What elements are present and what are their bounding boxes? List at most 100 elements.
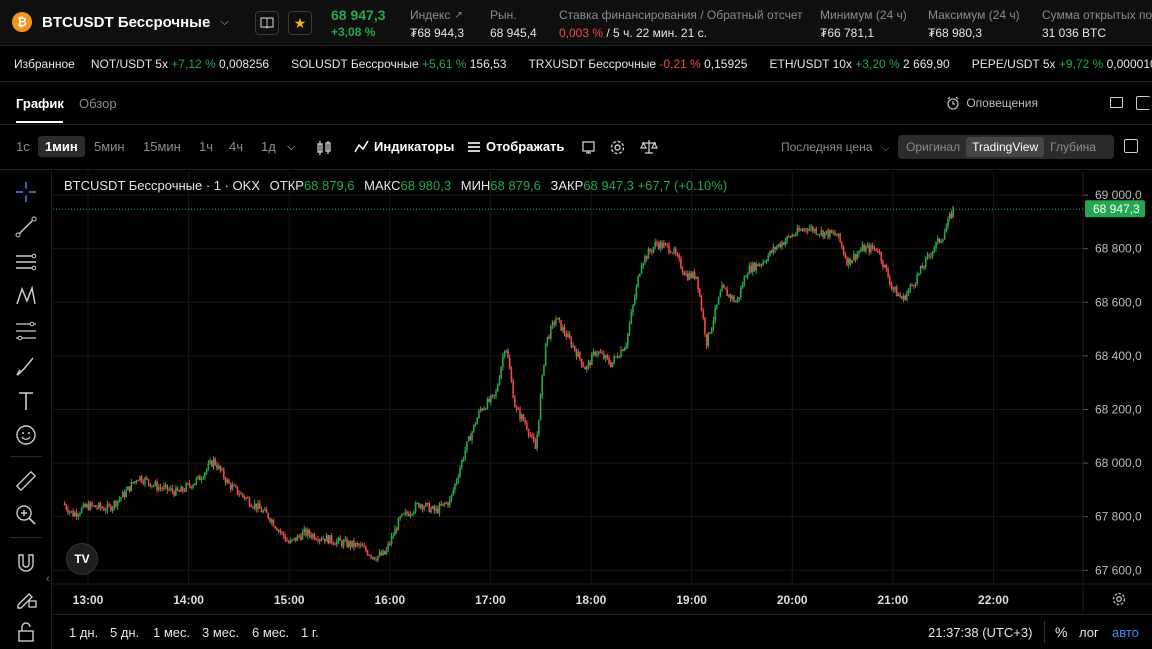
percent-scale-toggle[interactable]: % — [1055, 624, 1067, 640]
favorite-star-icon[interactable]: ★ — [288, 11, 312, 35]
candle-body — [935, 242, 937, 249]
candle-body — [550, 325, 552, 339]
view-depth[interactable]: Глубина — [1044, 137, 1102, 157]
candle-body — [121, 492, 124, 498]
settings-gear-icon[interactable] — [609, 139, 626, 156]
candle-body — [546, 336, 549, 344]
range-6m[interactable]: 6 мес. — [252, 625, 289, 640]
lock-drawing-icon[interactable] — [14, 585, 38, 609]
candle-body — [276, 528, 278, 531]
range-5d[interactable]: 5 дн. — [110, 625, 139, 640]
candle-body — [883, 264, 886, 267]
template-icon[interactable] — [581, 140, 596, 155]
panel-icon[interactable] — [1136, 96, 1150, 110]
candle-body — [464, 450, 467, 459]
candle-body — [823, 232, 826, 238]
favorites-label[interactable]: Избранное — [14, 57, 75, 71]
candle-body — [188, 483, 191, 486]
candle-type-icon[interactable] — [316, 140, 332, 156]
candle-body — [721, 284, 723, 292]
candle-body — [924, 257, 927, 267]
timeframe-15min[interactable]: 15мин — [143, 139, 181, 154]
tradingview-logo[interactable]: TV — [66, 543, 98, 575]
zoom-in-icon[interactable] — [14, 503, 38, 527]
symbol-selector[interactable]: ₿ BTCUSDT Бессрочные ⌵ — [12, 12, 229, 32]
candle-body — [390, 536, 393, 544]
candle-body — [154, 481, 157, 486]
candle-body — [620, 349, 622, 357]
log-scale-toggle[interactable]: лог — [1079, 625, 1099, 640]
candle-body — [221, 469, 223, 471]
text-tool-icon[interactable] — [14, 389, 38, 413]
emoji-icon[interactable] — [14, 423, 38, 447]
timeframe-1s[interactable]: 1с — [16, 139, 30, 154]
auto-scale-toggle[interactable]: авто — [1112, 625, 1139, 640]
fullscreen-icon[interactable] — [1124, 139, 1138, 153]
candle-body — [553, 322, 556, 325]
candle-body — [370, 555, 372, 558]
scale-balance-icon[interactable] — [640, 139, 658, 155]
external-link-icon[interactable]: ↗ — [454, 10, 462, 21]
fib-levels-icon[interactable] — [14, 319, 38, 343]
range-1m[interactable]: 1 мес. — [153, 625, 190, 640]
candle-body — [498, 378, 501, 386]
range-1y[interactable]: 1 г. — [301, 625, 319, 640]
brush-icon[interactable] — [14, 354, 38, 378]
collapse-toolbar-icon[interactable]: ‹ — [46, 573, 50, 585]
timeframe-5min[interactable]: 5мин — [94, 139, 125, 154]
candle-body — [91, 502, 93, 506]
horizontal-lines-icon[interactable] — [14, 250, 38, 274]
candle-body — [618, 356, 621, 358]
ticker-item[interactable]: PEPE/USDT 5x +9,72 % 0,000010646 — [972, 57, 1152, 71]
indicators-button[interactable]: Индикаторы — [354, 139, 454, 154]
alerts-button[interactable]: Оповещения — [946, 96, 1038, 110]
layout-icon[interactable] — [1110, 97, 1123, 108]
range-3m[interactable]: 3 мес. — [202, 625, 239, 640]
view-tradingview[interactable]: TradingView — [966, 137, 1045, 157]
candle-body — [70, 510, 73, 512]
x-tick-label: 17:00 — [475, 593, 506, 607]
mark-price-value: 68 945,4 — [490, 26, 537, 40]
range-1d[interactable]: 1 дн. — [69, 625, 98, 640]
timeframe-1h[interactable]: 1ч — [199, 139, 213, 154]
chevron-down-icon[interactable]: ⌵ — [287, 141, 295, 154]
timeframe-1min[interactable]: 1мин — [38, 136, 85, 157]
book-icon[interactable] — [255, 11, 279, 35]
candle-body — [651, 251, 653, 253]
price-source-label: Последняя цена — [781, 140, 873, 154]
trend-line-icon[interactable] — [14, 215, 38, 239]
candle-body — [476, 417, 478, 425]
pattern-icon[interactable] — [14, 284, 38, 308]
candle-body — [900, 296, 903, 299]
ruler-icon[interactable] — [14, 469, 38, 493]
candle-body — [207, 463, 210, 470]
candle-body — [211, 460, 213, 467]
candle-body — [938, 238, 941, 243]
candle-body — [495, 391, 497, 396]
magnet-icon[interactable] — [14, 551, 38, 575]
indicators-label: Индикаторы — [374, 139, 455, 154]
candle-body — [212, 458, 215, 467]
ticker-item[interactable]: SOLUSDT Бессрочные +5,61 % 156,53 — [291, 57, 506, 71]
axis-settings-icon[interactable] — [1111, 591, 1127, 607]
timeframe-1d[interactable]: 1д — [261, 139, 276, 154]
ticker-item[interactable]: ETH/USDT 10x +3,20 % 2 669,90 — [769, 57, 949, 71]
candle-body — [317, 539, 319, 541]
clock-timezone[interactable]: 21:37:38 (UTC+3) — [928, 625, 1032, 640]
price-source-select[interactable]: Последняя цена ⌵ — [781, 140, 889, 154]
candle-body — [416, 503, 419, 505]
lock-icon[interactable] — [14, 620, 38, 644]
price-chart[interactable]: 69 000,0 68 800,0 68 600,0 68 400,0 68 200,0… — [53, 171, 1152, 614]
candle-body — [700, 296, 703, 311]
bottom-bar: 1 дн. 5 дн. 1 мес. 3 мес. 6 мес. 1 г. 21… — [53, 614, 1152, 649]
ticker-item[interactable]: TRXUSDT Бессрочные -0,21 % 0,15925 — [528, 57, 747, 71]
crosshair-icon[interactable] — [14, 180, 38, 204]
candle-body — [466, 441, 468, 451]
view-original[interactable]: Оригинал — [900, 137, 966, 157]
candle-body — [580, 358, 583, 366]
tab-chart[interactable]: График — [16, 96, 64, 111]
timeframe-4h[interactable]: 4ч — [229, 139, 243, 154]
ticker-item[interactable]: NOT/USDT 5x +7,12 % 0,008256 — [91, 57, 269, 71]
tab-overview[interactable]: Обзор — [79, 96, 117, 111]
display-button[interactable]: Отображать — [467, 139, 564, 154]
